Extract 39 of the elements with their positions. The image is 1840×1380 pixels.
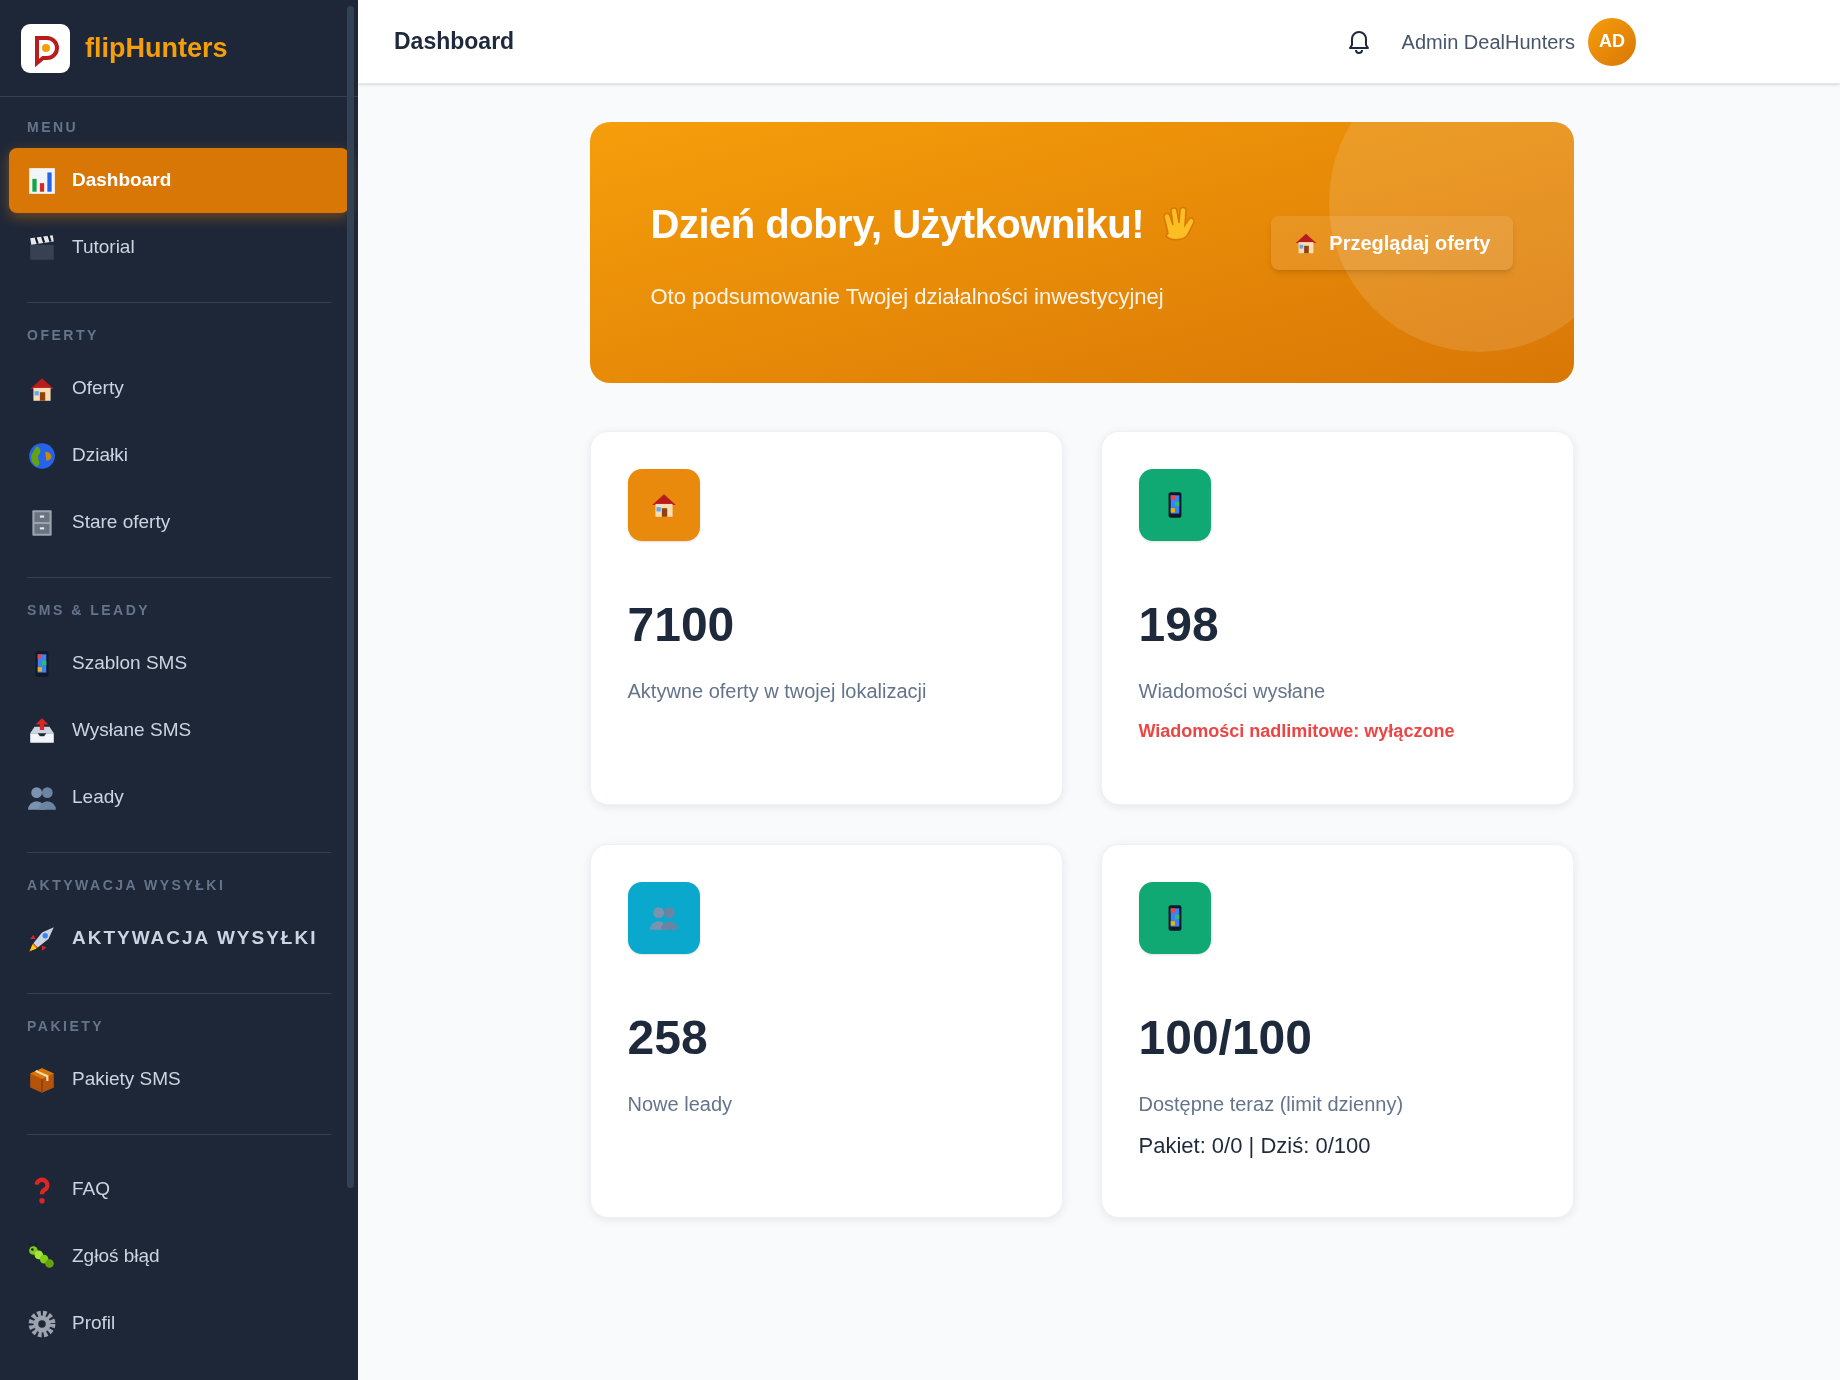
stat-value: 7100 — [627, 601, 736, 649]
page-title: Dashboard — [394, 27, 515, 57]
sidebar-item[interactable]: Profil — [9, 1291, 349, 1356]
detail-text: Pakiet: 0/0 | Dziś: 0/100 — [1138, 1132, 1372, 1160]
section-heading: SMS & LEADY — [26, 601, 152, 620]
welcome-subtitle: Oto podsumowanie Twojej działalności inwestycyjnej — [650, 283, 1165, 311]
globe-icon — [27, 440, 57, 471]
sidebar-item[interactable]: Działki — [9, 423, 349, 488]
sidebar-item[interactable]: FAQ — [9, 1157, 349, 1222]
stat-label: Nowe leady — [627, 1092, 733, 1117]
user-name[interactable]: Admin DealHunters — [1401, 26, 1575, 57]
stat-label: Wiadomości wysłane — [1138, 679, 1327, 704]
gear-icon — [27, 1308, 57, 1339]
brand-name: flipHunters — [85, 31, 228, 65]
sidebar-item[interactable]: Tutorial — [9, 215, 349, 280]
sidebar-item[interactable]: Wysłane SMS — [9, 698, 349, 763]
sidebar-item[interactable]: Leady — [9, 765, 349, 830]
section-heading: PAKIETY — [26, 1017, 106, 1036]
stat-value: 100/100 — [1138, 1014, 1313, 1062]
sidebar-item[interactable]: AKTYWACJA WYSYŁKI — [9, 906, 349, 971]
bar-chart-icon — [27, 165, 57, 196]
sidebar-item[interactable]: Pakiety SMS — [9, 1047, 349, 1112]
notification-bell-icon[interactable] — [1346, 28, 1371, 55]
clapperboard-icon — [27, 232, 57, 263]
stat-value: 198 — [1138, 601, 1220, 649]
sidebar-item[interactable]: Oferty — [9, 356, 349, 421]
welcome-title: Dzień dobry, Użytkowniku! — [650, 201, 1144, 248]
section-heading: OFERTY — [26, 326, 100, 345]
stat-label: Aktywne oferty w twojej lokalizacji — [627, 679, 928, 704]
sidebar-item[interactable]: Szablon SMS — [9, 631, 349, 696]
section-heading: AKTYWACJA WYSYŁKI — [26, 876, 227, 895]
sidebar-item[interactable]: Zgłoś błąd — [9, 1224, 349, 1289]
logo-icon — [21, 23, 70, 73]
warning-text: Wiadomości nadlimitowe: wyłączone — [1138, 720, 1456, 743]
stat-label: Dostępne teraz (limit dzienny) — [1138, 1092, 1405, 1117]
scrollbar[interactable] — [347, 6, 354, 1188]
stat-value: 258 — [627, 1014, 709, 1062]
section-heading: MENU — [26, 118, 80, 137]
sidebar-item[interactable]: Stare oferty — [9, 490, 349, 555]
